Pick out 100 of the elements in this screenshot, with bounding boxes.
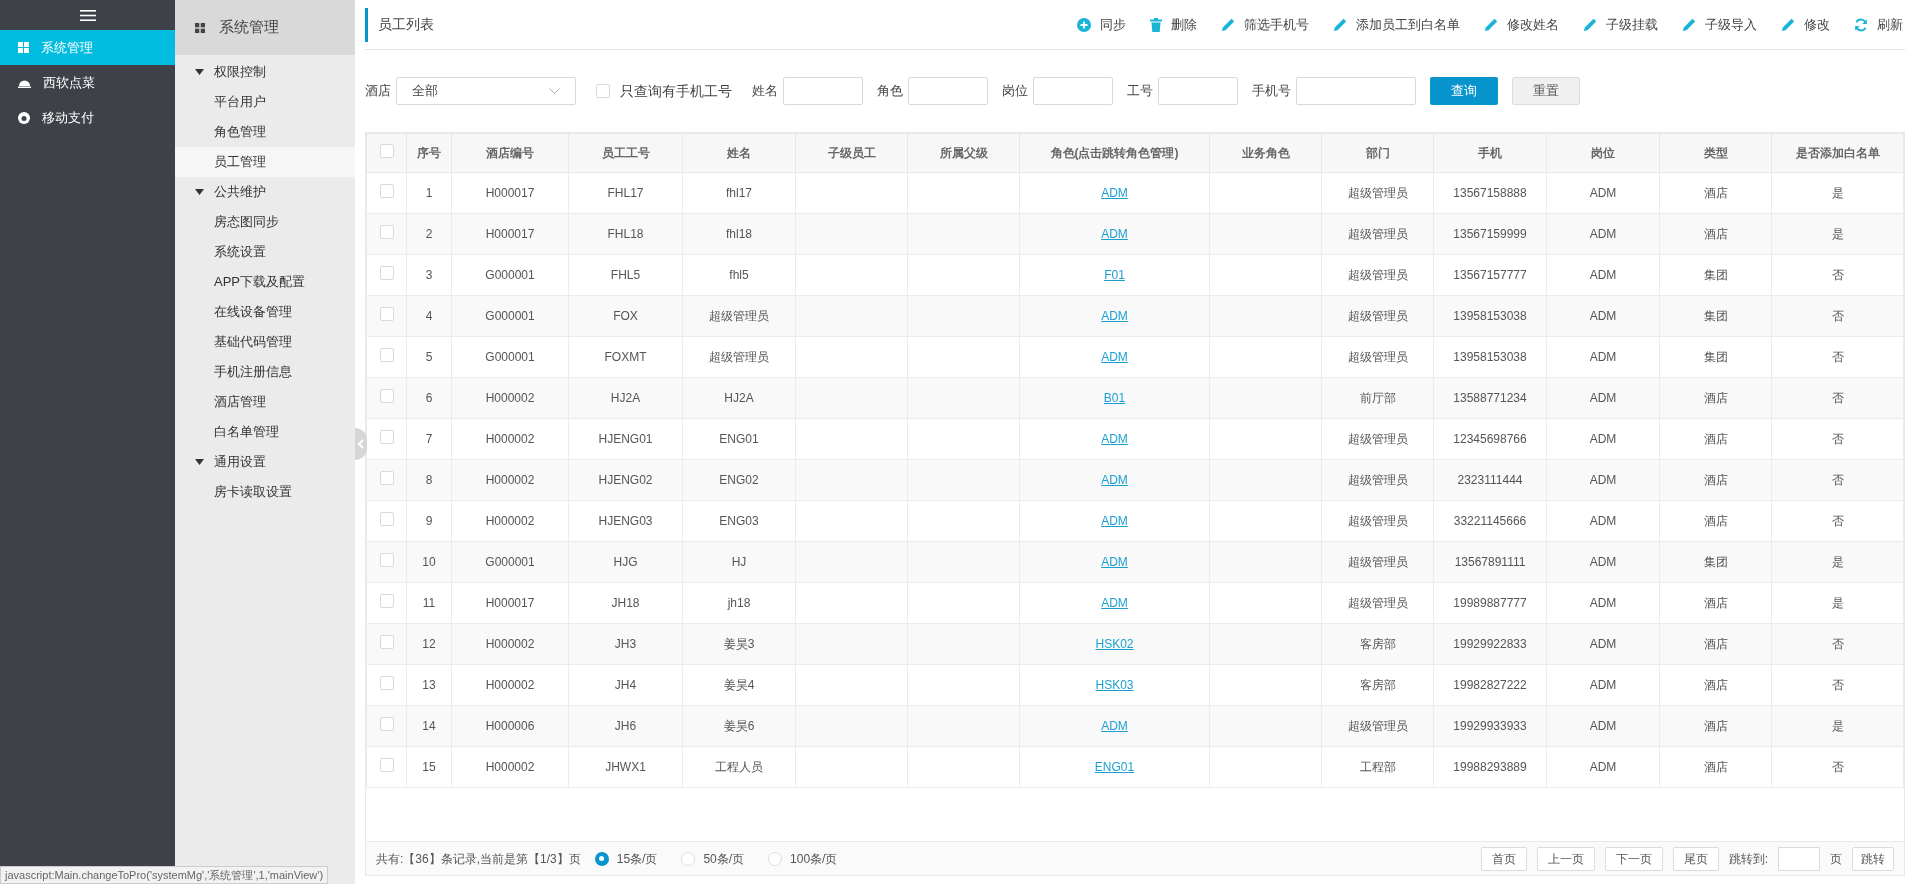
menu-item[interactable]: APP下载及配置 [175, 267, 355, 297]
table-cell: 酒店 [1703, 719, 1728, 733]
plus-icon [1077, 17, 1091, 32]
pager-button[interactable]: 首页 [1480, 846, 1527, 871]
toolbar-button[interactable]: 删除 [1150, 14, 1197, 35]
table-cell: 否 [1831, 473, 1844, 487]
caret-icon [195, 459, 204, 465]
column-header: 手机 [1433, 133, 1547, 173]
toolbar-button[interactable]: 筛选手机号 [1221, 14, 1309, 35]
table-cell: 否 [1831, 268, 1844, 282]
toolbar-button[interactable]: 同步 [1077, 14, 1126, 35]
checkbox[interactable] [379, 224, 394, 239]
pager-button[interactable]: 上一页 [1536, 846, 1595, 871]
table-cell: H000006 [485, 719, 535, 733]
pencil-icon [1583, 17, 1597, 32]
nav-item[interactable]: 移动支付 [0, 100, 175, 135]
checkbox[interactable] [379, 183, 394, 198]
field-label: 姓名 [752, 82, 778, 101]
checkbox[interactable] [379, 716, 394, 731]
table-cell: 超级管理员 [1347, 432, 1408, 446]
checkbox[interactable] [379, 388, 394, 403]
table-cell: 超级管理员 [1347, 309, 1408, 323]
menu-item[interactable]: 手机注册信息 [175, 357, 355, 387]
table-cell: ENG01 [719, 432, 759, 446]
menu-item[interactable]: 员工管理 [175, 147, 355, 177]
hotel-select[interactable]: 全部 [396, 77, 576, 105]
radio-button[interactable] [768, 851, 783, 866]
page-input[interactable] [1778, 846, 1820, 871]
reset-button[interactable]: 重置 [1512, 77, 1580, 105]
table-cell: 11 [422, 596, 436, 610]
checkbox[interactable] [379, 347, 394, 362]
menu-item[interactable]: 白名单管理 [175, 417, 355, 447]
filter-input[interactable] [1296, 77, 1416, 105]
table-cell: 否 [1831, 350, 1844, 364]
checkbox[interactable] [379, 552, 394, 567]
menu-item[interactable]: 房态图同步 [175, 207, 355, 237]
table-cell: 5 [425, 350, 433, 364]
toolbar-button[interactable]: 添加员工到白名单 [1333, 14, 1460, 35]
menu-group[interactable]: 权限控制 [175, 57, 355, 87]
menu-group[interactable]: 通用设置 [175, 447, 355, 477]
table-cell: 超级管理员 [709, 309, 769, 323]
menu-item[interactable]: 基础代码管理 [175, 327, 355, 357]
checkbox[interactable] [379, 634, 394, 649]
browser-status-bar: javascript:Main.changeToPro('systemMg','系统管理',1,'mainView') [0, 866, 329, 884]
table-cell: 14 [422, 719, 436, 733]
table-cell: ADM [1589, 391, 1617, 405]
table-cell: 姜昊3 [723, 637, 755, 651]
table-cell: 2323111444 [1457, 473, 1523, 487]
filter-input[interactable] [1158, 77, 1238, 105]
table-cell: 超级管理员 [1347, 555, 1408, 569]
radio-button[interactable] [594, 851, 609, 866]
checkbox[interactable] [379, 511, 394, 526]
menu-item[interactable]: 在线设备管理 [175, 297, 355, 327]
table-cell: H000002 [485, 432, 535, 446]
radio-button[interactable] [681, 851, 696, 866]
table-cell: 客房部 [1359, 678, 1396, 692]
menu-item[interactable]: 平台用户 [175, 87, 355, 117]
menu-item[interactable]: 房卡读取设置 [175, 477, 355, 507]
checkbox[interactable] [379, 593, 394, 608]
filter-input[interactable] [783, 77, 863, 105]
checkbox[interactable] [379, 470, 394, 485]
table-cell: JH18 [611, 596, 640, 610]
nav-item[interactable]: 西软点菜 [0, 65, 175, 100]
toolbar-button[interactable]: 修改姓名 [1484, 14, 1559, 35]
table-cell: G000001 [485, 268, 535, 282]
table-cell: ADM [1589, 309, 1617, 323]
checkbox[interactable] [379, 265, 394, 280]
checkbox[interactable] [379, 757, 394, 772]
table-cell: FHL5 [610, 268, 641, 282]
table-cell: G000001 [485, 350, 535, 364]
table-cell: 13567159999 [1453, 227, 1527, 241]
table-cell: fhl5 [729, 268, 749, 282]
pager-button[interactable]: 尾页 [1672, 846, 1719, 871]
jump-button[interactable]: 跳转 [1852, 846, 1894, 871]
table-cell: 超级管理员 [1347, 268, 1408, 282]
pager-button[interactable]: 下一页 [1604, 846, 1663, 871]
checkbox[interactable] [379, 143, 394, 158]
menu-icon[interactable] [79, 9, 96, 21]
collapse-tab[interactable] [355, 428, 367, 460]
menu-item[interactable]: 酒店管理 [175, 387, 355, 417]
toolbar-button[interactable]: 子级导入 [1682, 14, 1757, 35]
table-cell: FHL17 [607, 186, 644, 200]
toolbar-button[interactable]: 刷新 [1854, 14, 1903, 35]
table-cell: 酒店 [1703, 391, 1728, 405]
radio-label: 100条/页 [790, 850, 838, 868]
checkbox[interactable] [379, 675, 394, 690]
checkbox[interactable] [379, 306, 394, 321]
checkbox[interactable] [596, 84, 610, 98]
filter-input[interactable] [1033, 77, 1113, 105]
checkbox[interactable] [379, 429, 394, 444]
menu-item[interactable]: 系统设置 [175, 237, 355, 267]
menu-group[interactable]: 公共维护 [175, 177, 355, 207]
table-cell: ADM [1589, 555, 1617, 569]
menu-item[interactable]: 角色管理 [175, 117, 355, 147]
filter-input[interactable] [908, 77, 988, 105]
table-cell: H000002 [485, 637, 535, 651]
checkbox-label: 只查询有手机工号 [620, 81, 732, 101]
toolbar-button[interactable]: 子级挂载 [1583, 14, 1658, 35]
toolbar-button[interactable]: 修改 [1781, 14, 1830, 35]
table-cell: HJENG03 [598, 514, 653, 528]
